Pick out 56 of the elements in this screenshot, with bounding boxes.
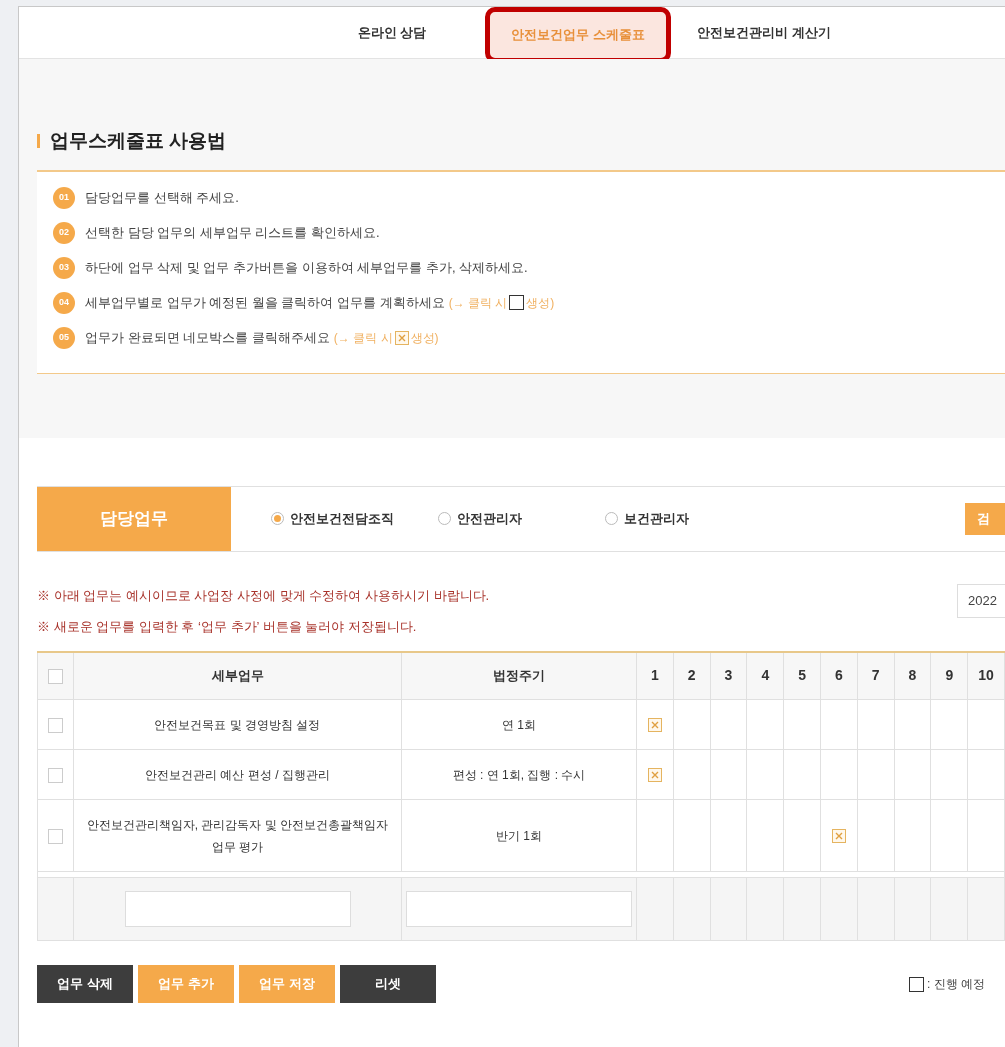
year-select[interactable]: 2022 [957,583,1005,618]
role-radio[interactable]: 안전보건전담조직 [271,508,438,529]
notice-text: ※ 새로운 업무를 입력한 후 ‘업무 추가’ 버튼을 눌러야 저장됩니다. [37,617,418,635]
task-input[interactable] [124,891,351,927]
cycle-cell: 연 1회 [502,717,536,732]
title-accent-bar [37,134,40,149]
duty-label: 담당업무 [37,486,231,551]
checked-box-icon[interactable] [831,829,846,844]
step-hint: 생성) [526,294,555,312]
role-radio[interactable]: 보건관리자 [605,508,772,529]
cycle-cell: 반기 1회 [496,828,542,843]
step-hint: 생성) [410,329,439,347]
month-header: 10 [967,651,1005,700]
step-text: 업무가 완료되면 네모박스를 클릭해주세요 [85,328,330,347]
step-number: 05 [53,326,75,349]
row-checkbox[interactable] [48,717,63,733]
step-hint: (→ 클릭 시 [333,329,393,347]
row-checkbox[interactable] [48,767,63,783]
cycle-cell: 편성 : 연 1회, 집행 : 수시 [452,767,586,782]
checked-box-icon[interactable] [647,768,662,783]
nav-tab[interactable]: 온라인 상담 [299,7,485,61]
action-button[interactable]: 리셋 [340,965,436,1003]
month-header: 1 [636,651,674,700]
step-hint: (→ 클릭 시 [448,294,508,312]
month-header: 5 [783,651,821,700]
month-header: 4 [746,651,784,700]
month-header: 8 [894,651,931,700]
cycle-input[interactable] [406,891,632,927]
nav-tab[interactable]: 안전보건관리비 계산기 [671,7,857,61]
task-cell: 안전보건관리 예산 편성 / 집행관리 [145,767,330,782]
step-number: 03 [53,256,75,279]
month-header: 9 [930,651,968,700]
select-all-checkbox[interactable] [48,669,63,685]
step-text: 담당업무를 선택해 주세요. [85,188,239,207]
month-header: 6 [820,651,858,700]
checked-box-icon[interactable] [647,718,662,733]
task-cell: 안전보건목표 및 경영방침 설정 [154,717,321,732]
month-header: 7 [857,651,895,700]
step-text: 선택한 담당 업무의 세부업무 리스트를 확인하세요. [85,223,380,242]
notice-text: ※ 아래 업무는 예시이므로 사업장 사정에 맞게 수정하여 사용하시기 바랍니다. [37,586,490,604]
column-header: 세부업무 [73,651,402,700]
month-header: 3 [710,651,747,700]
legend-text: : 진행 예정 [927,976,985,993]
task-cell: 안전보건관리책임자, 관리감독자 및 안전보건총괄책임자 업무 평가 [86,817,389,854]
step-text: 하단에 업무 삭제 및 업무 추가버튼을 이용하여 세부업무를 추가, 삭제하세요. [85,258,528,277]
step-number: 02 [53,221,75,244]
month-header: 2 [673,651,711,700]
step-number: 01 [53,186,75,209]
action-button[interactable]: 업무 삭제 [37,965,133,1003]
column-header: 법정주기 [401,651,637,700]
step-number: 04 [53,291,75,314]
section-title: 업무스케줄표 사용법 [50,129,227,153]
row-checkbox[interactable] [48,828,63,844]
step-text: 세부업무별로 업무가 예정된 월을 클릭하여 업무를 계획하세요 [85,293,445,312]
role-radio[interactable]: 안전관리자 [438,508,605,529]
checked-box-icon[interactable] [394,330,409,345]
